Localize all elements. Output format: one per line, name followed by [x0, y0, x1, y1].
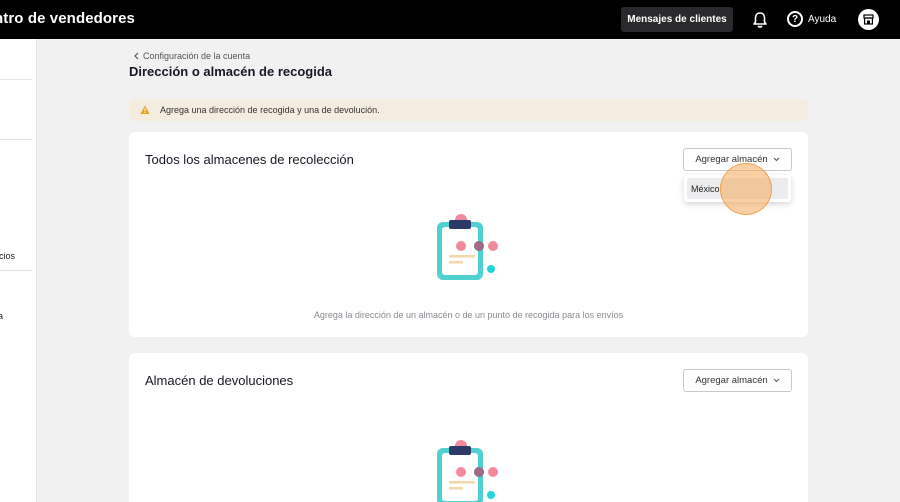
card-title: Almacén de devoluciones	[145, 373, 294, 388]
page-title: Dirección o almacén de recogida	[129, 64, 333, 79]
returns-warehouse-card: Almacén de devoluciones Agregar almacén	[129, 353, 808, 502]
chevron-left-icon	[134, 52, 139, 60]
chevron-down-icon	[773, 378, 780, 383]
empty-clipboard-illustration	[437, 440, 498, 502]
add-return-warehouse-button[interactable]: Agregar almacén	[683, 369, 792, 392]
add-warehouse-label: Agregar almacén	[695, 154, 768, 165]
sidebar-item-label[interactable]: icios	[0, 251, 15, 261]
chevron-down-icon	[773, 157, 780, 162]
help-label[interactable]: Ayuda	[808, 14, 836, 25]
empty-clipboard-illustration	[437, 214, 498, 280]
sidebar-divider	[0, 270, 32, 271]
sidebar-divider	[0, 79, 32, 80]
warning-banner: Agrega una dirección de recogida y una d…	[129, 99, 808, 121]
sidebar-item-label[interactable]: a	[0, 311, 3, 321]
breadcrumb-link[interactable]: Configuración de la cuenta	[143, 51, 250, 61]
top-bar: ntro de vendedores Mensajes de clientes …	[0, 0, 900, 39]
pickup-warehouses-card: Todos los almacenes de recolección Agreg…	[129, 132, 808, 337]
sidebar: icios a	[0, 39, 37, 502]
brand-title: ntro de vendedores	[0, 10, 135, 27]
shop-icon[interactable]	[858, 9, 879, 30]
add-warehouse-label: Agregar almacén	[695, 375, 768, 386]
empty-state-text: Agrega la dirección de un almacén o de u…	[313, 310, 624, 320]
card-title: Todos los almacenes de recolección	[145, 152, 354, 167]
customer-messages-button[interactable]: Mensajes de clientes	[621, 7, 733, 32]
sidebar-divider	[0, 139, 32, 140]
bell-icon[interactable]	[751, 11, 769, 29]
banner-text: Agrega una dirección de recogida y una d…	[160, 105, 380, 115]
breadcrumb[interactable]: Configuración de la cuenta	[133, 51, 250, 61]
click-indicator	[720, 163, 772, 215]
warning-icon	[140, 105, 150, 114]
help-icon[interactable]: ?	[787, 11, 803, 27]
